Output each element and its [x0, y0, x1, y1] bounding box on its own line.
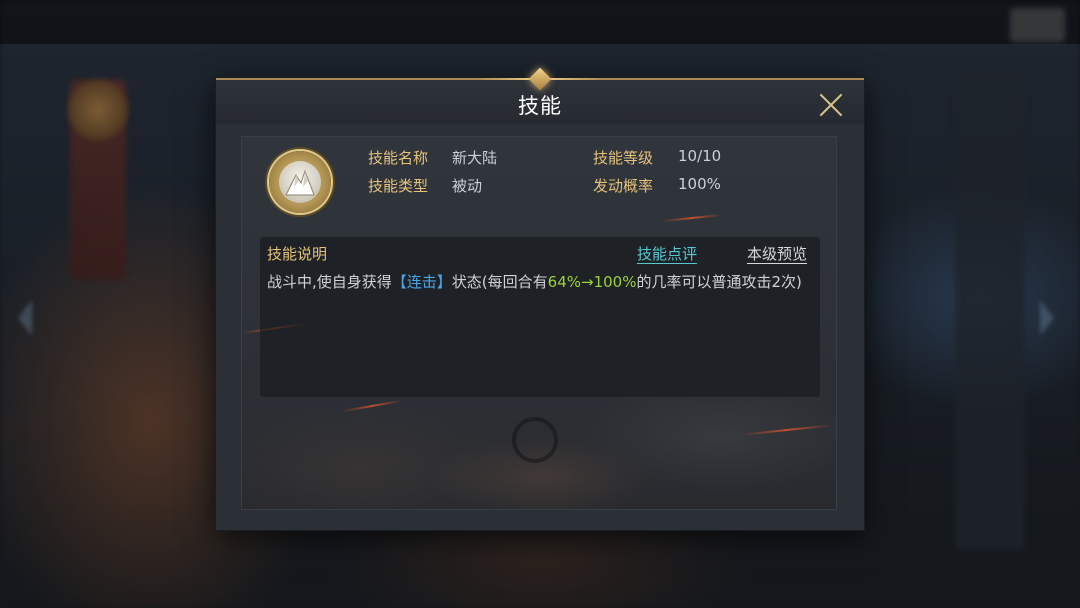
dialog-title-bar: 技能	[216, 67, 864, 124]
combo-status-highlight: 【连击】	[391, 273, 452, 291]
trigger-chance-value: 100%	[678, 175, 721, 193]
background-top-right-button	[1010, 8, 1065, 42]
background-left-arrow-icon	[18, 300, 32, 336]
skill-dialog: 技能 技能名称 新大陆 技能类型 被动 技能等级 10/10 发动概率 100%…	[216, 67, 864, 530]
skill-description-box: 技能说明 技能点评 本级预览 战斗中,使自身获得【连击】状态(每回合有64%→1…	[260, 237, 820, 397]
ember-decoration	[742, 424, 832, 436]
description-text-part: 状态(每回合有	[451, 273, 548, 291]
ember-decoration	[662, 213, 722, 223]
trigger-chance-label: 发动概率	[593, 177, 654, 195]
ember-decoration	[342, 399, 402, 413]
background-medal	[68, 80, 128, 140]
skill-name-value: 新大陆	[452, 149, 498, 167]
level-preview-link[interactable]: 本级预览	[747, 243, 807, 264]
background-top-bar	[0, 0, 1080, 44]
skill-type-label: 技能类型	[368, 177, 429, 195]
description-text-part: 战斗中,使自身获得	[267, 273, 392, 291]
cannon-wheel-decoration	[512, 417, 558, 463]
skill-name-label: 技能名称	[368, 149, 429, 167]
mountain-skill-icon	[269, 151, 331, 213]
background-right-panel	[955, 70, 1025, 550]
skill-review-link[interactable]: 技能点评	[637, 243, 697, 264]
background-right-arrow-icon	[1040, 300, 1054, 336]
skill-level-label: 技能等级	[593, 149, 654, 167]
description-text: 战斗中,使自身获得【连击】状态(每回合有64%→100%的几率可以普通攻击2次)	[267, 271, 802, 293]
description-title: 技能说明	[267, 245, 328, 263]
close-icon[interactable]	[816, 90, 846, 120]
dialog-title: 技能	[518, 94, 562, 118]
skill-level-value: 10/10	[678, 147, 722, 165]
mountain-glyph-icon	[285, 169, 315, 196]
skill-panel: 技能名称 新大陆 技能类型 被动 技能等级 10/10 发动概率 100% 技能…	[241, 136, 837, 510]
skill-type-value: 被动	[452, 177, 483, 195]
description-text-part: 的几率可以普通攻击2次)	[636, 273, 802, 291]
rate-highlight: 64%→100%	[547, 273, 637, 291]
